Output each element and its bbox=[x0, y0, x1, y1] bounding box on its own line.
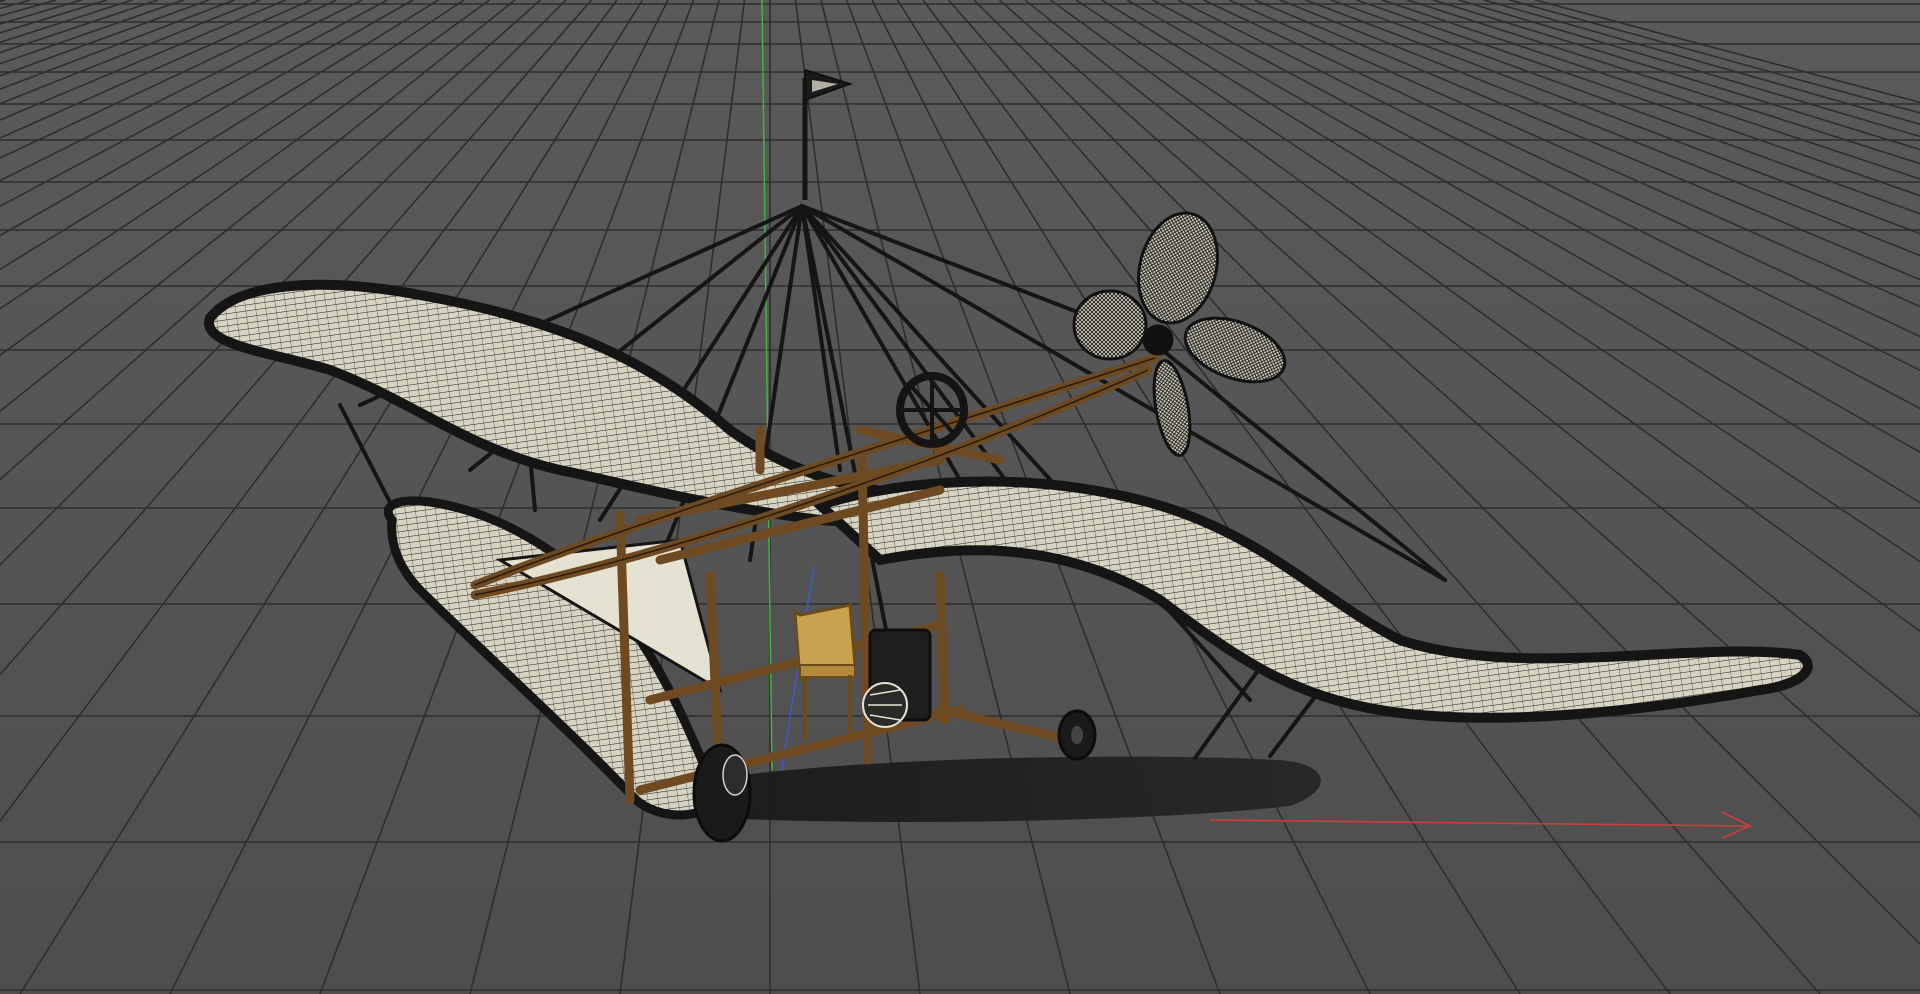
airplane-shadow bbox=[720, 756, 1321, 822]
pilot-seat bbox=[793, 603, 857, 740]
3d-viewport[interactable] bbox=[0, 0, 1920, 994]
x-axis bbox=[1209, 811, 1752, 839]
propeller bbox=[1072, 211, 1287, 457]
viewport-scene[interactable] bbox=[0, 0, 1920, 994]
engine bbox=[862, 628, 932, 728]
main-wing-right bbox=[810, 476, 1813, 723]
steering-wheel bbox=[896, 372, 968, 448]
